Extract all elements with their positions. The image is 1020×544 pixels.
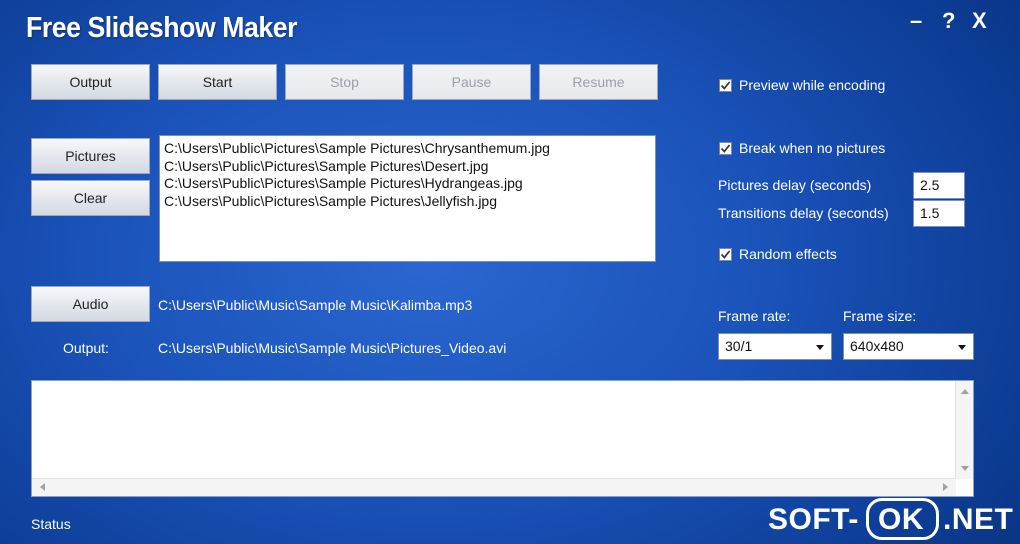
resume-button[interactable]: Resume	[539, 64, 658, 100]
break-when-no-pictures-label: Break when no pictures	[739, 140, 886, 156]
checkbox-check-icon	[719, 247, 732, 261]
scroll-left-icon[interactable]	[40, 483, 45, 491]
status-label: Status	[31, 516, 71, 532]
help-button[interactable]: ?	[942, 8, 955, 34]
random-effects-checkbox[interactable]: Random effects	[719, 246, 837, 262]
list-item[interactable]: C:\Users\Public\Pictures\Sample Pictures…	[164, 158, 651, 176]
frame-size-label: Frame size:	[843, 308, 917, 324]
output-label: Output:	[63, 340, 109, 356]
stop-button[interactable]: Stop	[285, 64, 404, 100]
pictures-button[interactable]: Pictures	[31, 138, 150, 174]
pictures-list[interactable]: C:\Users\Public\Pictures\Sample Pictures…	[159, 135, 656, 262]
pictures-delay-label: Pictures delay (seconds)	[718, 177, 872, 193]
checkbox-check-icon	[719, 141, 732, 155]
random-effects-label: Random effects	[739, 246, 837, 262]
audio-path: C:\Users\Public\Music\Sample Music\Kalim…	[158, 297, 473, 313]
pictures-delay-input[interactable]: 2.5	[913, 172, 965, 199]
pause-button[interactable]: Pause	[412, 64, 531, 100]
preview-while-encoding-checkbox[interactable]: Preview while encoding	[719, 77, 885, 93]
chevron-down-icon	[816, 345, 824, 350]
transitions-delay-label: Transitions delay (seconds)	[718, 205, 889, 221]
close-button[interactable]: X	[972, 8, 987, 34]
frame-size-value: 640x480	[850, 338, 904, 354]
frame-rate-value: 30/1	[725, 338, 753, 354]
clear-button[interactable]: Clear	[31, 180, 150, 216]
list-item[interactable]: C:\Users\Public\Pictures\Sample Pictures…	[164, 140, 651, 158]
horizontal-scrollbar[interactable]	[32, 478, 956, 496]
transitions-delay-input[interactable]: 1.5	[913, 200, 965, 227]
audio-button[interactable]: Audio	[31, 286, 150, 322]
list-item[interactable]: C:\Users\Public\Pictures\Sample Pictures…	[164, 175, 651, 193]
frame-size-select[interactable]: 640x480	[843, 333, 974, 360]
checkbox-check-icon	[719, 78, 732, 92]
start-button[interactable]: Start	[158, 64, 277, 100]
minimize-button[interactable]: –	[910, 8, 922, 34]
app-title: Free Slideshow Maker	[26, 12, 298, 44]
scroll-right-icon[interactable]	[943, 483, 948, 491]
output-button[interactable]: Output	[31, 64, 150, 100]
frame-rate-label: Frame rate:	[718, 308, 791, 324]
list-item[interactable]: C:\Users\Public\Pictures\Sample Pictures…	[164, 193, 651, 211]
vertical-scrollbar[interactable]	[955, 381, 973, 479]
frame-rate-select[interactable]: 30/1	[718, 333, 832, 360]
break-when-no-pictures-checkbox[interactable]: Break when no pictures	[719, 140, 885, 156]
output-path: C:\Users\Public\Music\Sample Music\Pictu…	[158, 340, 507, 356]
preview-while-encoding-label: Preview while encoding	[739, 77, 886, 93]
chevron-down-icon	[958, 345, 966, 350]
scroll-down-icon[interactable]	[961, 466, 969, 471]
scroll-up-icon[interactable]	[961, 389, 969, 394]
log-textarea[interactable]	[31, 380, 974, 497]
